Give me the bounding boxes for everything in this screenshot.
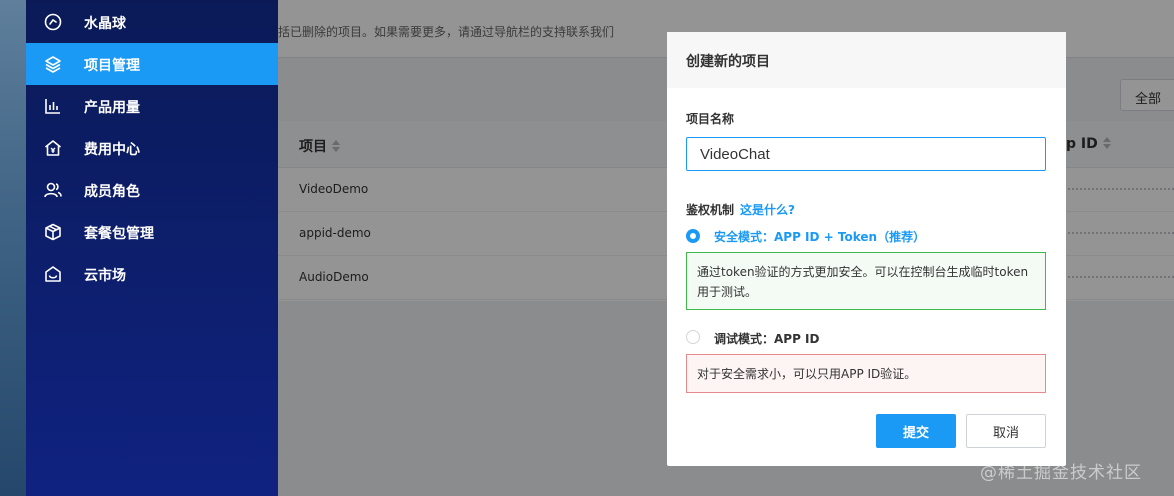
dialog-header: 创建新的项目 [667, 32, 1066, 88]
cancel-button[interactable]: 取消 [966, 414, 1046, 448]
sidebar-item-label: 成员角色 [84, 184, 140, 200]
sidebar-item-label: 水晶球 [84, 16, 126, 32]
crystal-ball-icon [43, 12, 63, 32]
dialog-title: 创建新的项目 [686, 54, 770, 70]
debug-mode-label[interactable]: 调试模式：APP ID [714, 330, 819, 347]
secure-mode-description: 通过token验证的方式更加安全。可以在控制台生成临时token用于测试。 [686, 252, 1046, 310]
users-icon [43, 180, 63, 200]
project-name-input[interactable] [686, 137, 1046, 171]
package-box-icon [43, 222, 63, 242]
debug-mode-radio[interactable] [686, 330, 700, 344]
sidebar-item-label: 费用中心 [84, 142, 140, 158]
sidebar: 水晶球 项目管理 产品用量 费用中心 成员角色 套餐包管理 云市场 [26, 0, 278, 496]
secure-mode-radio[interactable] [686, 229, 700, 243]
sidebar-item-label: 产品用量 [84, 100, 140, 116]
sidebar-item-label: 套餐包管理 [84, 226, 154, 242]
sidebar-item-label: 项目管理 [84, 58, 140, 74]
sidebar-item-projects[interactable]: 项目管理 [26, 43, 278, 85]
sidebar-item-usage[interactable]: 产品用量 [26, 85, 278, 127]
auth-mechanism-label: 鉴权机制 这是什么? [686, 203, 795, 217]
market-icon [43, 264, 63, 284]
project-name-label: 项目名称 [686, 112, 735, 126]
sidebar-item-label: 云市场 [84, 268, 126, 284]
sidebar-item-crystal-ball[interactable]: 水晶球 [26, 1, 278, 43]
submit-button[interactable]: 提交 [876, 414, 956, 448]
secure-mode-label[interactable]: 安全模式：APP ID + Token（推荐） [714, 228, 925, 245]
sidebar-item-members[interactable]: 成员角色 [26, 169, 278, 211]
auth-help-link[interactable]: 这是什么? [740, 203, 795, 217]
bar-chart-icon [43, 96, 63, 116]
watermark: @稀土掘金技术社区 [980, 463, 1142, 483]
sidebar-item-packages[interactable]: 套餐包管理 [26, 211, 278, 253]
sidebar-item-market[interactable]: 云市场 [26, 253, 278, 295]
layers-icon [43, 54, 63, 74]
billing-house-icon [43, 138, 63, 158]
create-project-dialog: 创建新的项目 项目名称 鉴权机制这是什么? 安全模式：APP ID + Toke… [667, 32, 1066, 466]
desktop-background [0, 0, 26, 496]
debug-mode-description: 对于安全需求小，可以只用APP ID验证。 [686, 354, 1046, 393]
sidebar-item-billing[interactable]: 费用中心 [26, 127, 278, 169]
